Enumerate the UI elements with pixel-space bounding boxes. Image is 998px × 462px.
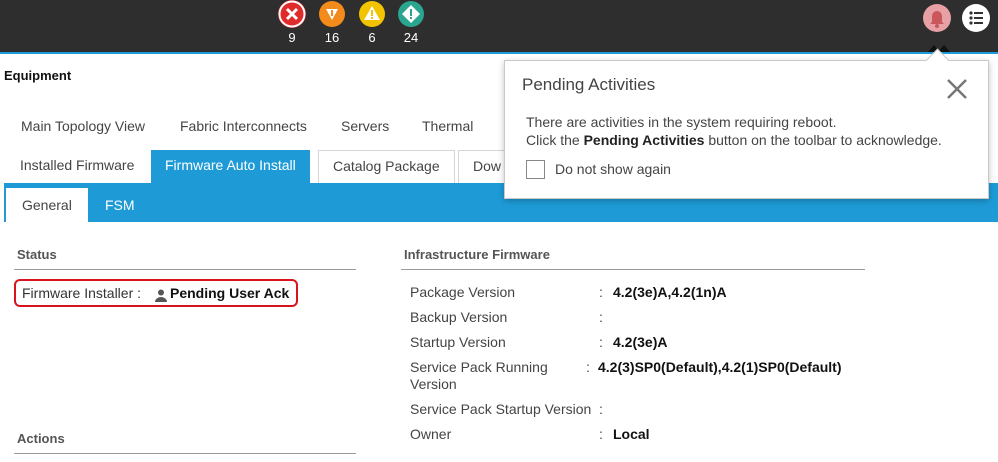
popover-message: There are activities in the system requi… <box>526 114 837 130</box>
actions-divider <box>14 453 356 454</box>
warning-fault-icon <box>397 0 425 28</box>
tab-thermal[interactable]: Thermal <box>422 118 473 134</box>
instruction-text-bold: Pending Activities <box>583 132 705 148</box>
pending-activities-bell-icon[interactable] <box>923 4 951 32</box>
instruction-text-post: button on the toolbar to acknowledge. <box>708 132 942 148</box>
service-pack-running-label: Service Pack Running <box>410 359 548 375</box>
owner-label: Owner <box>410 426 452 442</box>
backup-version-label: Backup Version <box>410 309 508 325</box>
critical-faults[interactable]: 9 <box>277 0 307 45</box>
major-faults[interactable]: 16 <box>317 0 347 45</box>
tab-fabric-interconnects[interactable]: Fabric Interconnects <box>180 118 307 134</box>
instruction-text-pre: Click the <box>526 132 580 148</box>
infrastructure-firmware-heading: Infrastructure Firmware <box>404 247 550 262</box>
minor-fault-icon <box>358 0 386 28</box>
critical-count: 9 <box>288 30 296 45</box>
do-not-show-again-checkbox[interactable] <box>526 160 545 179</box>
service-pack-startup-version-label: Service Pack Startup Version <box>410 401 592 417</box>
startup-version-value: 4.2(3e)A <box>613 334 668 350</box>
tab-firmware-auto-install[interactable]: Firmware Auto Install <box>151 150 310 183</box>
minor-faults[interactable]: 6 <box>357 0 387 45</box>
user-icon <box>154 285 168 302</box>
pending-activities-popover: Pending Activities There are activities … <box>504 48 989 199</box>
owner-value: Local <box>613 426 650 442</box>
actions-heading: Actions <box>17 431 65 446</box>
colon: : <box>599 284 603 300</box>
major-count: 16 <box>324 30 340 45</box>
package-version-label: Package Version <box>410 284 516 300</box>
status-divider <box>14 269 356 270</box>
colon: : <box>599 401 603 417</box>
service-pack-running-label-line2: Version <box>410 376 457 392</box>
warning-count: 24 <box>403 30 419 45</box>
do-not-show-again-label[interactable]: Do not show again <box>555 161 671 177</box>
colon: : <box>599 334 603 350</box>
tab-catalog-package[interactable]: Catalog Package <box>318 150 455 184</box>
tab-main-topology-view[interactable]: Main Topology View <box>21 118 145 134</box>
status-heading: Status <box>17 247 57 262</box>
critical-fault-icon <box>278 0 306 28</box>
close-icon[interactable] <box>943 75 971 103</box>
firmware-installer-value: Pending User Ack <box>170 285 290 301</box>
tab-servers[interactable]: Servers <box>341 118 389 134</box>
infrastructure-divider <box>401 269 865 270</box>
warning-faults[interactable]: 24 <box>396 0 426 45</box>
tab-fsm[interactable]: FSM <box>89 188 151 222</box>
popover-title: Pending Activities <box>522 75 656 94</box>
top-toolbar: 9 16 6 24 <box>0 0 998 52</box>
page-title: Equipment <box>4 68 72 83</box>
header-accent-line <box>0 52 998 54</box>
tab-general[interactable]: General <box>6 188 88 222</box>
popover-instruction: Click the Pending Activities button on t… <box>526 132 942 148</box>
colon: : <box>599 309 603 325</box>
major-fault-icon <box>318 0 346 28</box>
minor-count: 6 <box>368 30 376 45</box>
tab-installed-firmware[interactable]: Installed Firmware <box>6 150 148 183</box>
package-version-value: 4.2(3e)A,4.2(1n)A <box>613 284 727 300</box>
colon: : <box>599 426 603 442</box>
firmware-installer-label: Firmware Installer : <box>22 285 142 301</box>
startup-version-label: Startup Version <box>410 334 506 350</box>
service-pack-running-value: 4.2(3)SP0(Default),4.2(1)SP0(Default) <box>598 359 842 375</box>
colon: : <box>586 359 590 375</box>
firmware-installer-status: Firmware Installer : Pending User Ack <box>14 279 298 307</box>
options-menu-icon[interactable] <box>962 4 990 32</box>
